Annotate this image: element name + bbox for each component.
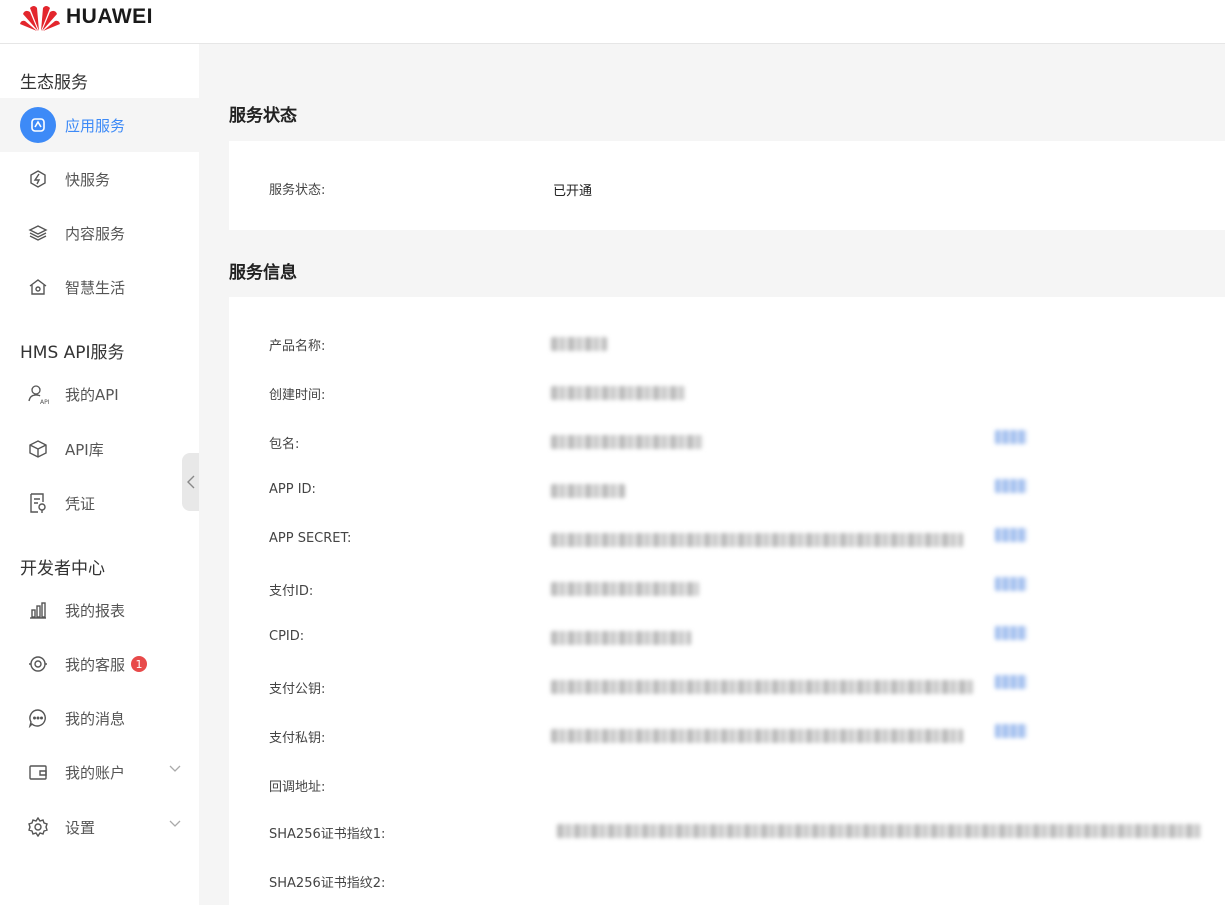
sidebar-item-label: 快服务 [65,170,111,189]
info-label-cpid: CPID: [269,629,305,644]
redacted-value [551,337,607,351]
sidebar-item-label: 我的账户 [65,763,126,782]
sidebar-item-label: 我的客服 [65,655,126,674]
top-bar: HUAWEI [0,0,1225,44]
svg-text:API: API [40,399,49,405]
redacted-value [551,386,685,400]
sidebar-item-my-api[interactable]: API 我的API [0,367,199,421]
info-label-product-name: 产品名称: [269,339,326,354]
service-status-title: 服务状态 [229,106,297,126]
copy-link[interactable] [995,528,1027,542]
sidebar-item-app-service[interactable]: 应用服务 [0,98,199,152]
chevron-down-icon [169,765,181,772]
copy-link[interactable] [995,724,1027,738]
info-label-payment-id: 支付ID: [269,584,314,599]
app-service-icon [20,107,56,143]
info-label-sha256-fingerprint-2: SHA256证书指纹2: [269,876,386,891]
group-title-developer-center: 开发者中心 [20,559,105,579]
sidebar-item-quick-service[interactable]: 快服务 [0,152,199,206]
copy-link[interactable] [995,626,1027,640]
sidebar-item-my-reports[interactable]: 我的报表 [0,583,199,637]
sidebar-collapse-button[interactable] [182,453,199,511]
service-status-value: 已开通 [553,184,593,199]
chevron-down-icon [169,820,181,827]
layers-icon [20,215,56,251]
sidebar-item-my-account[interactable]: 我的账户 [0,745,199,799]
info-label-callback-url: 回调地址: [269,780,326,795]
redacted-value [551,631,691,645]
service-status-label: 服务状态: [269,183,326,198]
service-info-title: 服务信息 [229,263,297,283]
sidebar-item-my-messages[interactable]: 我的消息 [0,691,199,745]
chevron-left-icon [186,475,194,489]
huawei-flower-icon [20,6,60,31]
redacted-value [551,533,963,547]
copy-link[interactable] [995,430,1027,444]
info-label-payment-public-key: 支付公钥: [269,682,326,697]
info-label-package-name: 包名: [269,437,300,452]
copy-link[interactable] [995,675,1027,689]
quick-service-icon [20,161,56,197]
info-label-payment-private-key: 支付私钥: [269,731,326,746]
info-label-app-secret: APP SECRET: [269,531,352,546]
huawei-logo[interactable]: HUAWEI [20,0,153,34]
home-icon [20,269,56,305]
sidebar-item-label: 凭证 [65,494,96,513]
headset-icon [20,646,56,682]
redacted-value [551,729,963,743]
redacted-value [551,484,625,498]
message-icon [20,700,56,736]
sidebar-item-label: 内容服务 [65,224,126,243]
sidebar: 生态服务 应用服务 快服务 内容服务 智慧生活 HMS API服务 API 我的… [0,44,199,905]
info-label-created-time: 创建时间: [269,388,326,403]
sidebar-item-label: 我的API [65,385,119,404]
service-info-card: 产品名称: 创建时间: 包名: APP ID: APP SECRET: 支付ID… [229,297,1225,905]
bar-chart-icon [20,592,56,628]
brand-name: HUAWEI [66,5,153,28]
sidebar-item-label: API库 [65,440,104,459]
group-title-ecosystem: 生态服务 [20,73,88,93]
copy-link[interactable] [995,479,1027,493]
group-title-hms-api: HMS API服务 [20,343,125,363]
redacted-value [551,680,973,694]
cube-icon [20,431,56,467]
sidebar-item-label: 设置 [65,818,96,837]
sidebar-item-my-support[interactable]: 我的客服 1 [0,637,199,691]
sidebar-item-label: 我的报表 [65,601,126,620]
redacted-value [557,824,1201,838]
sidebar-item-label: 智慧生活 [65,278,126,297]
info-label-app-id: APP ID: [269,482,316,497]
sidebar-item-credentials[interactable]: 凭证 [0,476,199,530]
sidebar-item-smart-life[interactable]: 智慧生活 [0,260,199,314]
credential-icon [20,485,56,521]
notification-badge: 1 [131,656,148,672]
user-api-icon: API [20,376,56,412]
gear-icon [20,809,56,845]
info-label-sha256-fingerprint-1: SHA256证书指纹1: [269,827,386,842]
sidebar-item-label: 应用服务 [65,116,126,135]
service-status-card: 服务状态: 已开通 [229,141,1225,230]
sidebar-item-label: 我的消息 [65,709,126,728]
redacted-value [551,435,703,449]
redacted-value [551,582,699,596]
sidebar-item-settings[interactable]: 设置 [0,800,199,854]
wallet-icon [20,754,56,790]
copy-link[interactable] [995,577,1027,591]
sidebar-item-api-library[interactable]: API库 [0,422,199,476]
sidebar-item-content-service[interactable]: 内容服务 [0,206,199,260]
